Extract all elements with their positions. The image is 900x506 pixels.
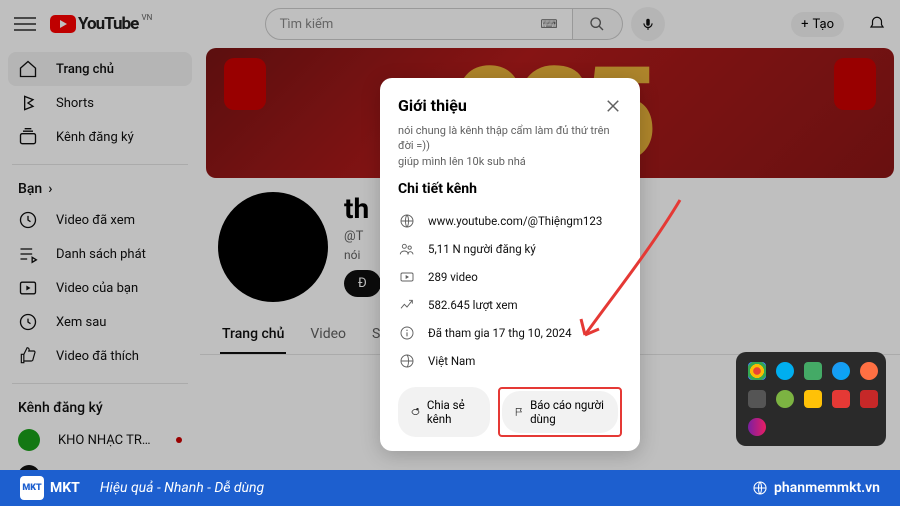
detail-country: Việt Nam bbox=[398, 347, 622, 375]
share-channel-button[interactable]: Chia sẻ kênh bbox=[398, 387, 490, 437]
report-highlight-frame: Báo cáo người dùng bbox=[498, 387, 622, 437]
ext-icon[interactable] bbox=[860, 390, 878, 408]
globe-icon bbox=[752, 480, 768, 496]
ext-icon[interactable] bbox=[832, 362, 850, 380]
info-icon bbox=[398, 324, 416, 342]
report-user-button[interactable]: Báo cáo người dùng bbox=[502, 391, 618, 433]
views-icon bbox=[398, 296, 416, 314]
ext-icon[interactable] bbox=[748, 362, 766, 380]
ext-icon[interactable] bbox=[748, 418, 766, 436]
detail-videos: 289 video bbox=[398, 263, 622, 291]
extension-popup[interactable] bbox=[736, 352, 886, 446]
globe-icon bbox=[398, 212, 416, 230]
share-icon bbox=[410, 405, 421, 419]
ext-icon[interactable] bbox=[804, 390, 822, 408]
subscribers-icon bbox=[398, 240, 416, 258]
globe-icon bbox=[398, 352, 416, 370]
ext-icon[interactable] bbox=[748, 390, 766, 408]
ext-icon[interactable] bbox=[832, 390, 850, 408]
ext-icon[interactable] bbox=[776, 390, 794, 408]
close-icon bbox=[604, 97, 622, 115]
footer-site[interactable]: phanmemmkt.vn bbox=[752, 480, 880, 496]
footer-bar: MKT MKT Hiệu quả - Nhanh - Dễ dùng phanm… bbox=[0, 470, 900, 506]
modal-title: Giới thiệu bbox=[398, 96, 467, 115]
modal-description: nói chung là kênh thập cẩm làm đủ thứ tr… bbox=[398, 123, 622, 169]
close-button[interactable] bbox=[604, 97, 622, 115]
about-modal: Giới thiệu nói chung là kênh thập cẩm là… bbox=[380, 78, 640, 451]
detail-subs: 5,11 N người đăng ký bbox=[398, 235, 622, 263]
video-count-icon bbox=[398, 268, 416, 286]
modal-subtitle: Chi tiết kênh bbox=[398, 181, 622, 197]
footer-logo: MKT MKT bbox=[20, 476, 80, 500]
flag-icon bbox=[514, 405, 524, 419]
footer-logo-icon: MKT bbox=[20, 476, 44, 500]
ext-icon[interactable] bbox=[804, 362, 822, 380]
footer-slogan: Hiệu quả - Nhanh - Dễ dùng bbox=[100, 480, 264, 496]
ext-icon[interactable] bbox=[776, 362, 794, 380]
detail-url[interactable]: www.youtube.com/@Thiệngm123 bbox=[398, 207, 622, 235]
detail-views: 582.645 lượt xem bbox=[398, 291, 622, 319]
ext-icon[interactable] bbox=[860, 362, 878, 380]
detail-joined: Đã tham gia 17 thg 10, 2024 bbox=[398, 319, 622, 347]
